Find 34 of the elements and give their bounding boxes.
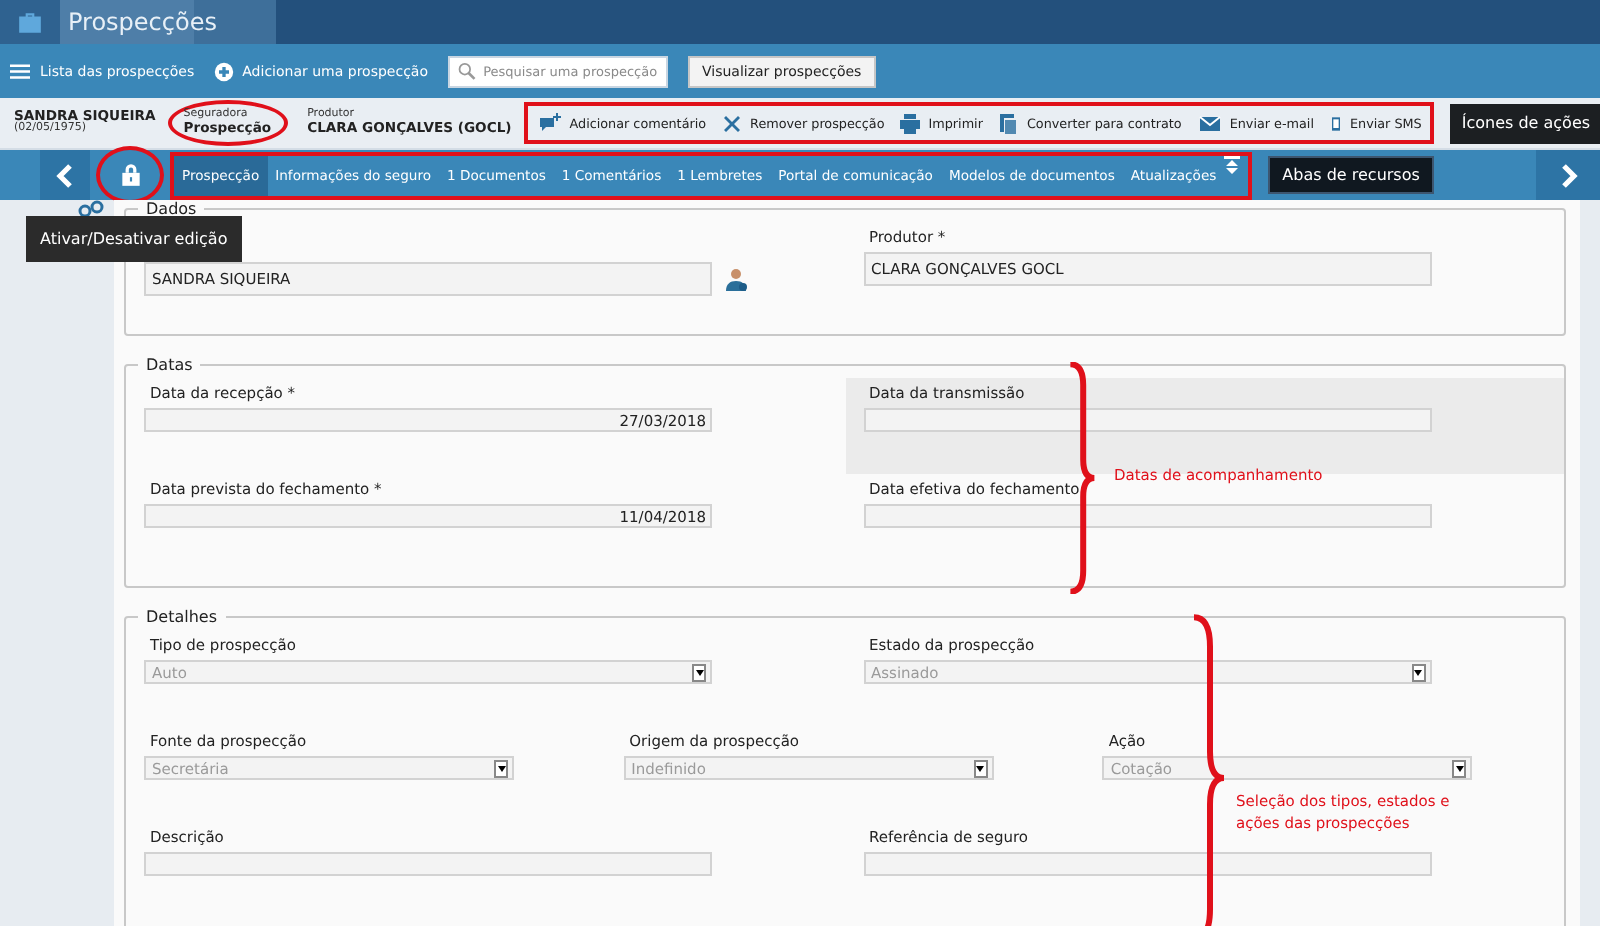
text-field[interactable]	[144, 852, 712, 876]
close-icon	[720, 111, 745, 135]
chevron-left-icon	[56, 163, 74, 187]
link-icon	[78, 200, 104, 218]
tooltip: Ativar/Desativar edição	[26, 216, 242, 262]
next-button[interactable]	[1536, 150, 1600, 200]
printer-icon	[898, 111, 923, 135]
plus-circle-icon	[214, 61, 235, 81]
app-title: Prospecções	[60, 0, 277, 44]
person-icon	[724, 266, 748, 292]
dropdown-arrow-icon	[973, 759, 988, 777]
dropdown-arrow-icon	[1411, 663, 1425, 681]
text-field[interactable]	[863, 852, 1431, 876]
dropdown-arrow-icon	[494, 759, 508, 777]
envelope-icon	[1195, 111, 1224, 135]
section-title: Dados	[144, 200, 199, 218]
previous-button[interactable]	[40, 150, 90, 200]
collapse-icon	[1224, 155, 1241, 175]
chevron-right-icon	[1559, 163, 1577, 187]
section-title: Detalhes	[144, 608, 220, 626]
padlock-icon	[117, 162, 143, 188]
phone-icon	[1327, 111, 1344, 135]
dropdown-arrow-icon	[1452, 759, 1467, 777]
date-field[interactable]	[863, 504, 1431, 528]
briefcase-icon	[16, 9, 44, 35]
document-icon	[996, 111, 1021, 135]
callout-label: Abas de recursos	[1268, 156, 1434, 194]
list-icon	[8, 61, 32, 81]
search-icon	[456, 60, 478, 82]
chat-plus-icon	[535, 111, 564, 135]
dropdown-arrow-icon	[692, 663, 706, 681]
section-title: Datas	[144, 356, 195, 374]
date-field[interactable]	[863, 408, 1431, 432]
callout-label: Ícones de ações	[1449, 103, 1600, 143]
